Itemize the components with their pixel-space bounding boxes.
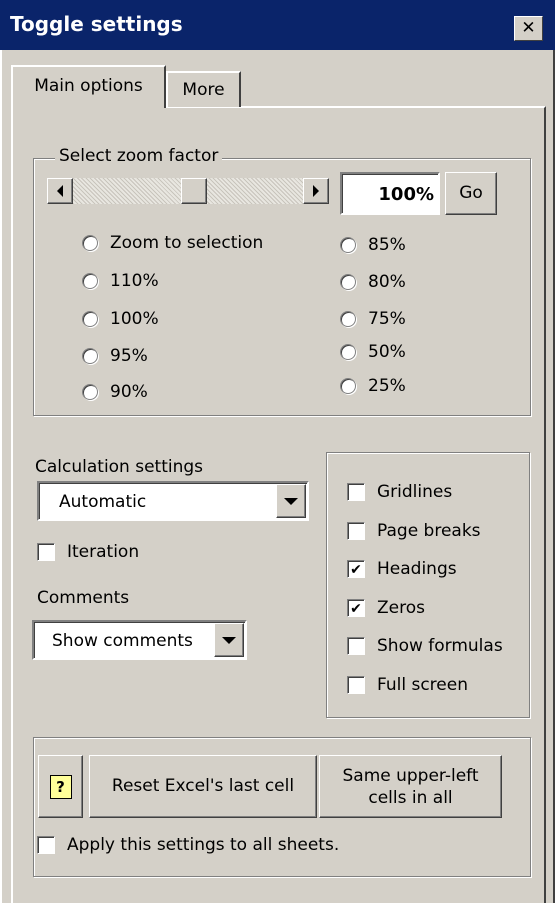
reset-last-cell-label: Reset Excel's last cell — [111, 776, 295, 796]
checkbox-label: Apply this settings to all sheets. — [67, 835, 340, 855]
scroll-thumb[interactable] — [181, 178, 207, 204]
calculation-dropdown-button[interactable] — [276, 484, 306, 518]
radio-label: 100% — [110, 309, 159, 329]
radio-circle — [340, 378, 356, 394]
checkbox-box: ✔ — [347, 599, 365, 617]
radio-80[interactable]: 80% — [340, 272, 406, 292]
checkbox-box — [37, 543, 55, 561]
tab-more-label: More — [182, 80, 225, 100]
close-button[interactable]: ✕ — [514, 16, 543, 41]
checkbox-zeros[interactable]: ✔ Zeros — [347, 598, 425, 618]
scroll-right-button[interactable] — [303, 178, 329, 204]
comments-select[interactable]: Show comments — [32, 620, 247, 660]
close-icon: ✕ — [521, 18, 536, 38]
same-upper-left-line1: Same upper-left — [342, 765, 479, 786]
checkbox-full-screen[interactable]: Full screen — [347, 675, 468, 695]
tab-main-options-label: Main options — [34, 76, 143, 96]
radio-label: 95% — [110, 346, 148, 366]
checkbox-page-breaks[interactable]: Page breaks — [347, 521, 481, 541]
radio-circle — [340, 344, 356, 360]
radio-circle — [82, 348, 98, 364]
radio-label: 85% — [368, 235, 406, 255]
zoom-input-value: 100% — [378, 184, 434, 205]
go-button[interactable]: Go — [445, 172, 497, 215]
checkbox-apply-all-sheets[interactable]: Apply this settings to all sheets. — [37, 835, 339, 855]
check-icon: ✔ — [350, 562, 362, 578]
zoom-input[interactable]: 100% — [340, 172, 440, 215]
radio-label: 80% — [368, 272, 406, 292]
title-bar: Toggle settings ✕ — [0, 0, 555, 50]
radio-50[interactable]: 50% — [340, 342, 406, 362]
checkbox-box: ✔ — [347, 560, 365, 578]
radio-label: 50% — [368, 342, 406, 362]
radio-circle — [82, 384, 98, 400]
checkbox-gridlines[interactable]: Gridlines — [347, 482, 452, 502]
checkbox-label: Page breaks — [377, 521, 481, 541]
checkbox-box — [347, 676, 365, 694]
radio-100[interactable]: 100% — [82, 309, 159, 329]
arrow-right-icon — [313, 185, 319, 197]
calculation-select[interactable]: Automatic — [37, 481, 309, 521]
help-icon: ? — [49, 774, 72, 799]
checkbox-label: Headings — [377, 559, 457, 579]
radio-circle — [340, 237, 356, 253]
checkbox-label: Gridlines — [377, 482, 453, 502]
radio-95[interactable]: 95% — [82, 346, 148, 366]
comments-select-value: Show comments — [52, 631, 193, 651]
radio-circle — [82, 273, 98, 289]
comments-label: Comments — [37, 588, 130, 608]
scroll-left-button[interactable] — [47, 178, 73, 204]
go-button-label: Go — [459, 183, 483, 203]
checkbox-show-formulas[interactable]: Show formulas — [347, 636, 503, 656]
chevron-down-icon — [222, 636, 236, 644]
radio-circle — [340, 274, 356, 290]
radio-25[interactable]: 25% — [340, 376, 406, 396]
radio-90[interactable]: 90% — [82, 382, 148, 402]
checkbox-box — [347, 637, 365, 655]
radio-75[interactable]: 75% — [340, 309, 406, 329]
radio-circle — [340, 311, 356, 327]
radio-label: 110% — [110, 271, 159, 291]
tab-more[interactable]: More — [166, 71, 241, 107]
help-button[interactable]: ? — [38, 755, 83, 818]
reset-last-cell-button[interactable]: Reset Excel's last cell — [89, 755, 317, 818]
zoom-slider[interactable] — [47, 178, 329, 204]
window-title: Toggle settings — [10, 12, 183, 36]
zoom-group-label: Select zoom factor — [55, 146, 223, 166]
checkbox-box — [37, 836, 55, 854]
checkbox-headings[interactable]: ✔ Headings — [347, 559, 457, 579]
checkbox-box — [347, 483, 365, 501]
radio-circle — [82, 311, 98, 327]
radio-label: Zoom to selection — [110, 233, 264, 253]
radio-85[interactable]: 85% — [340, 235, 406, 255]
radio-zoom-to-selection[interactable]: Zoom to selection — [82, 233, 263, 253]
checkbox-label: Full screen — [377, 675, 468, 695]
arrow-left-icon — [57, 185, 63, 197]
tab-main-options[interactable]: Main options — [11, 65, 166, 108]
radio-110[interactable]: 110% — [82, 271, 159, 291]
calculation-label: Calculation settings — [35, 457, 204, 477]
calculation-select-value: Automatic — [59, 492, 147, 512]
comments-dropdown-button[interactable] — [214, 623, 244, 657]
radio-label: 75% — [368, 309, 406, 329]
checkbox-label: Zeros — [377, 598, 425, 618]
radio-circle — [82, 235, 98, 251]
checkbox-label: Iteration — [67, 542, 140, 562]
checkbox-iteration[interactable]: Iteration — [37, 542, 139, 562]
radio-label: 25% — [368, 376, 406, 396]
same-upper-left-button[interactable]: Same upper-left cells in all — [319, 755, 502, 818]
same-upper-left-line2: cells in all — [368, 787, 453, 808]
checkbox-label: Show formulas — [377, 636, 503, 656]
radio-label: 90% — [110, 382, 148, 402]
chevron-down-icon — [284, 497, 298, 505]
checkbox-box — [347, 522, 365, 540]
window-edge-left — [0, 50, 2, 903]
check-icon: ✔ — [350, 601, 362, 617]
